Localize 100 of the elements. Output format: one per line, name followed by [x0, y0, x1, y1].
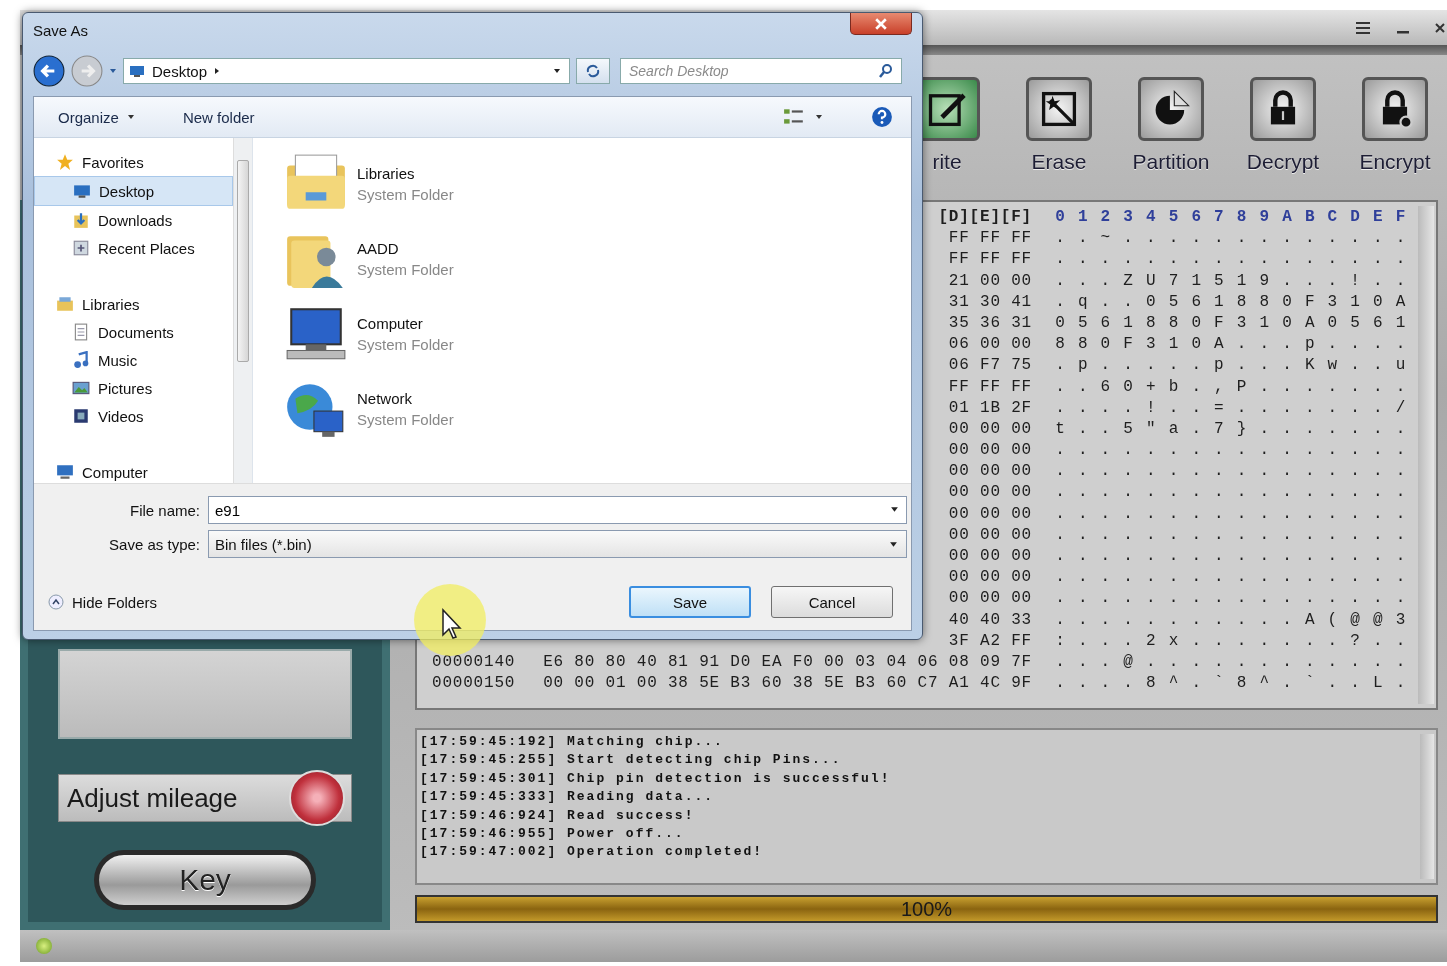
- nav-item[interactable]: Videos: [34, 402, 233, 430]
- hex-bytes: FF FF FF: [948, 250, 1032, 269]
- ascii-text: ................: [1055, 441, 1419, 460]
- log-line: [17:59:46:955] Power off...: [420, 824, 686, 843]
- file-name: AADD: [357, 239, 400, 257]
- hex-bytes: 00 00 00: [948, 504, 1032, 523]
- caret-icon[interactable]: [815, 113, 823, 121]
- hex-bytes: 35 36 31: [948, 313, 1032, 332]
- hex-bytes: 00 00 00: [948, 547, 1032, 565]
- back-icon[interactable]: [33, 55, 65, 87]
- nav-item[interactable]: Libraries: [34, 290, 233, 318]
- file-item[interactable]: Libraries System Folder: [283, 146, 911, 221]
- file-item[interactable]: AADD System Folder: [283, 221, 911, 296]
- ascii-text: ................: [1055, 504, 1419, 523]
- ascii-text: .p.....p...Kw..u: [1055, 356, 1419, 375]
- nav-item[interactable]: Desktop: [34, 176, 233, 206]
- log-line: [17:59:45:255] Start detecting chip Pins...: [420, 751, 843, 770]
- ascii-text: ................: [1055, 462, 1419, 481]
- file-name: Network: [357, 389, 413, 407]
- toolbar-button[interactable]: Erase: [1009, 77, 1109, 189]
- hex-bytes: 00 00 00: [948, 441, 1032, 460]
- file-name: Computer: [357, 314, 424, 332]
- star-icon: [56, 153, 74, 171]
- ascii-text: t..5"a.7}.......: [1055, 419, 1419, 438]
- close-button[interactable]: [850, 13, 912, 35]
- hex-bytes: 00 00 00: [948, 589, 1032, 608]
- offset-text: 00000140: [432, 652, 516, 671]
- file-item[interactable]: Network System Folder: [283, 371, 911, 446]
- save-button[interactable]: Save: [629, 586, 751, 618]
- ascii-text: ....!..=......./: [1055, 398, 1419, 417]
- file-item[interactable]: Computer System Folder: [283, 296, 911, 371]
- hex-bytes: 31 30 41: [948, 292, 1032, 311]
- close-icon: [875, 17, 887, 30]
- music-note-icon: [72, 351, 90, 369]
- file-type: System Folder: [357, 410, 454, 428]
- hex-bytes: FF FF FF: [948, 229, 1032, 248]
- log-line: [17:59:45:333] Reading data...: [420, 788, 716, 807]
- refresh-icon: [585, 63, 601, 79]
- ascii-text: ....8^.`8^.`..L.: [1055, 674, 1419, 693]
- caret-icon: [126, 113, 135, 121]
- hex-bytes: 21 00 00: [948, 271, 1032, 290]
- nav-item[interactable]: Computer: [34, 458, 233, 486]
- search-field[interactable]: Search Desktop: [620, 58, 902, 84]
- ascii-text: ................: [1055, 589, 1419, 608]
- nav-item[interactable]: Favorites: [34, 148, 233, 176]
- ascii-text: :...2x.......?..: [1055, 631, 1419, 650]
- monitor-icon: [128, 63, 146, 79]
- menu-icon[interactable]: [1355, 20, 1371, 35]
- toolbar-button[interactable]: Partition: [1121, 77, 1221, 189]
- hex-bytes: 00 00 00: [948, 525, 1032, 544]
- ascii-text: 880F310A...p....: [1055, 335, 1419, 354]
- ascii-text: ................: [1055, 568, 1419, 587]
- view-icon[interactable]: [783, 107, 805, 127]
- knob-icon: [289, 770, 345, 826]
- file-type-dropdown[interactable]: Bin files (*.bin): [208, 530, 907, 558]
- log-line: [17:59:47:002] Operation completed!: [420, 843, 765, 862]
- new-folder-button[interactable]: New folder: [172, 104, 265, 130]
- close-icon[interactable]: [1435, 22, 1445, 33]
- column-header: 0123456789ABCDEF: [1055, 207, 1419, 228]
- monitor-icon: [73, 182, 91, 200]
- hex-bytes: 00 00 00: [948, 568, 1032, 587]
- scrollbar[interactable]: [1418, 206, 1434, 704]
- file-type: System Folder: [357, 260, 454, 278]
- offset-text: 00000150: [432, 674, 516, 693]
- column-header: [D][E][F]: [937, 207, 1032, 228]
- ascii-text: ................: [1055, 250, 1419, 269]
- cancel-button[interactable]: Cancel: [771, 586, 893, 618]
- nav-item[interactable]: Downloads: [34, 206, 233, 234]
- ascii-text: ..60+b.,P.......: [1055, 377, 1419, 396]
- ascii-text: .q..0561880F310A: [1055, 292, 1419, 311]
- nav-item[interactable]: Recent Places: [34, 234, 233, 262]
- file-name: Libraries: [357, 164, 416, 182]
- scrollbar[interactable]: [233, 138, 252, 483]
- scrollbar[interactable]: [1420, 734, 1434, 879]
- file-name-field[interactable]: e91: [208, 496, 907, 524]
- nav-item[interactable]: Pictures: [34, 374, 233, 402]
- library-icon: [56, 295, 74, 313]
- help-icon[interactable]: [871, 106, 893, 128]
- hex-bytes: E6 80 80 40 81 91 D0 EA F0 00 03 04 06 08 09 7F: [543, 652, 1032, 671]
- computer-icon: [56, 463, 74, 481]
- file-type: System Folder: [357, 185, 454, 203]
- hex-bytes: 06 00 00: [948, 335, 1032, 354]
- refresh-button[interactable]: [576, 58, 610, 84]
- ascii-text: ................: [1055, 525, 1419, 544]
- key-button[interactable]: Key: [94, 850, 316, 910]
- dropdown-arrow-icon[interactable]: [890, 505, 899, 514]
- picture-icon: [72, 379, 90, 397]
- nav-item[interactable]: Music: [34, 346, 233, 374]
- log-line: [17:59:45:301] Chip pin detection is successful!: [420, 769, 892, 788]
- address-bar[interactable]: Desktop: [123, 58, 570, 84]
- organize-button[interactable]: Organize: [48, 104, 145, 130]
- nav-item[interactable]: Documents: [34, 318, 233, 346]
- caret-icon: [553, 67, 561, 75]
- toolbar-button[interactable]: Encrypt: [1345, 77, 1445, 189]
- forward-icon[interactable]: [71, 55, 103, 87]
- toolbar-button[interactable]: Decrypt: [1233, 77, 1333, 189]
- hide-folders-button[interactable]: Hide Folders: [48, 593, 158, 611]
- film-icon: [72, 407, 90, 425]
- window-title: Save As: [33, 22, 89, 39]
- ascii-text: ...@............: [1055, 652, 1419, 671]
